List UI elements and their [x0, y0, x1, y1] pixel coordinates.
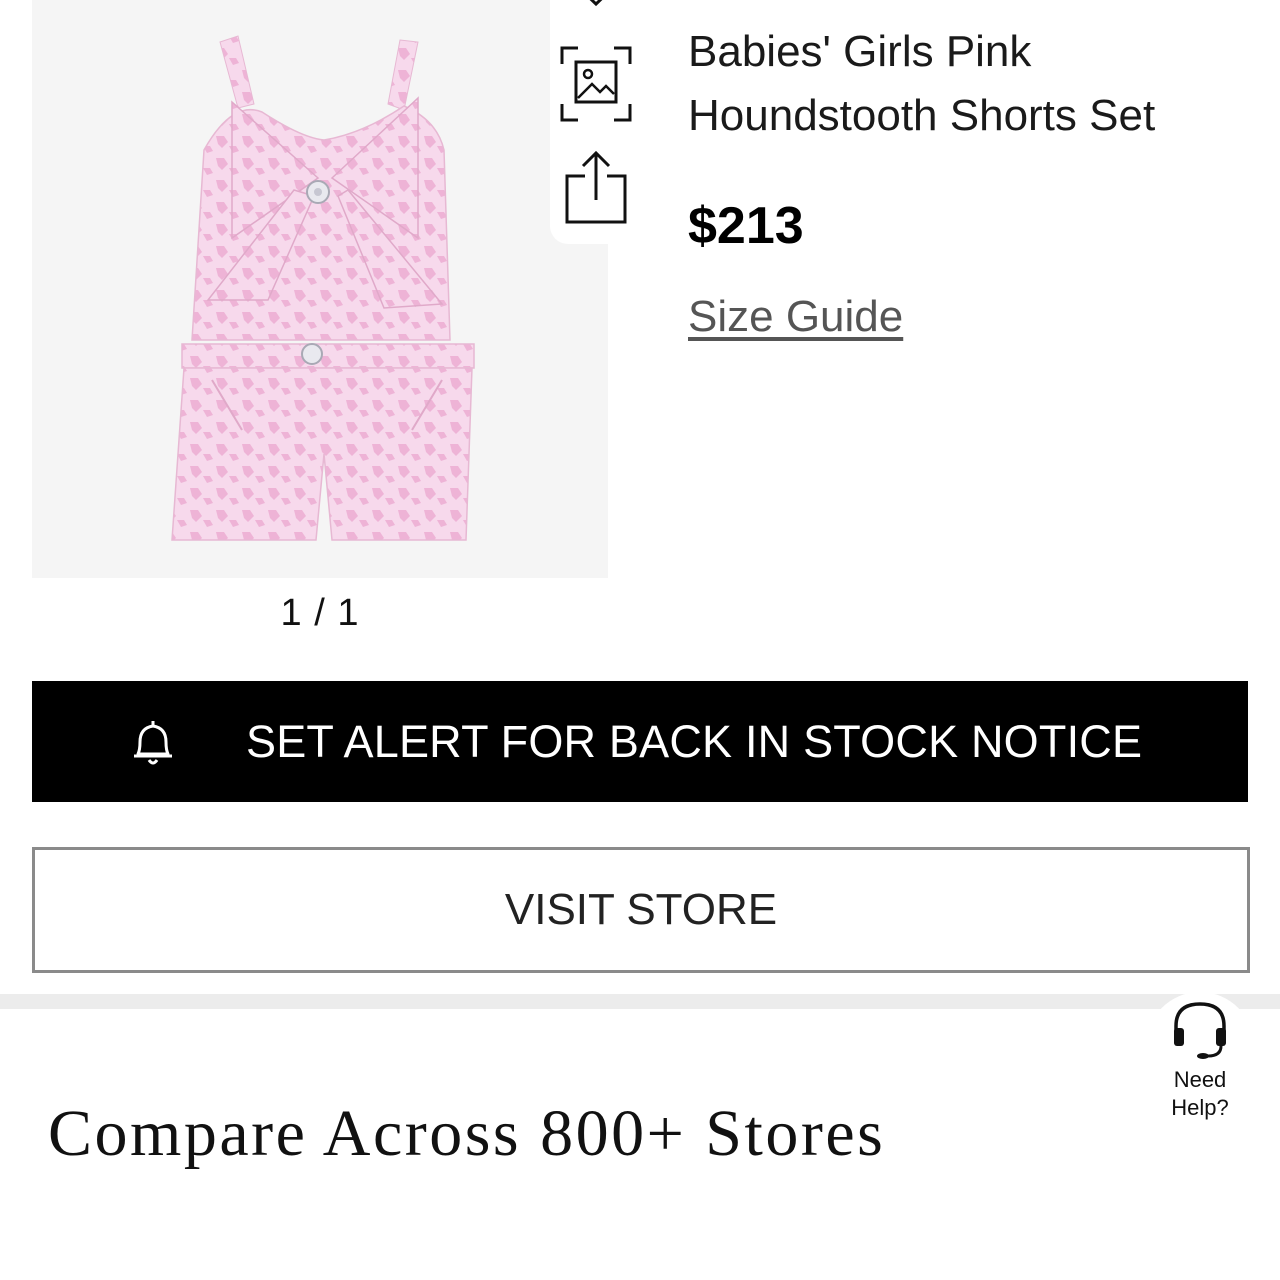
- need-help-widget[interactable]: Need Help?: [1140, 992, 1260, 1132]
- section-divider: [0, 994, 1280, 1009]
- product-image[interactable]: [32, 0, 608, 578]
- product-photo: [171, 35, 475, 541]
- image-search-icon[interactable]: [554, 44, 638, 124]
- visit-store-button[interactable]: VISIT STORE: [32, 847, 1250, 973]
- size-guide-link[interactable]: Size Guide: [688, 292, 903, 342]
- need-help-label: Need Help?: [1171, 1067, 1229, 1120]
- alert-button-label: SET ALERT FOR BACK IN STOCK NOTICE: [246, 716, 1143, 767]
- headset-icon: [1174, 1002, 1226, 1059]
- product-price: $213: [688, 197, 804, 255]
- bell-icon: [128, 718, 178, 773]
- share-icon[interactable]: [554, 150, 638, 230]
- image-counter: 1 / 1: [280, 592, 360, 634]
- product-actions-column: [550, 0, 642, 244]
- back-in-stock-alert-button[interactable]: SET ALERT FOR BACK IN STOCK NOTICE: [32, 681, 1248, 802]
- compare-heading: Compare Across 800+ Stores: [48, 1097, 886, 1170]
- product-title: Babies' Girls Pink Houndstooth Shorts Se…: [688, 27, 1156, 140]
- heart-icon[interactable]: [554, 0, 638, 18]
